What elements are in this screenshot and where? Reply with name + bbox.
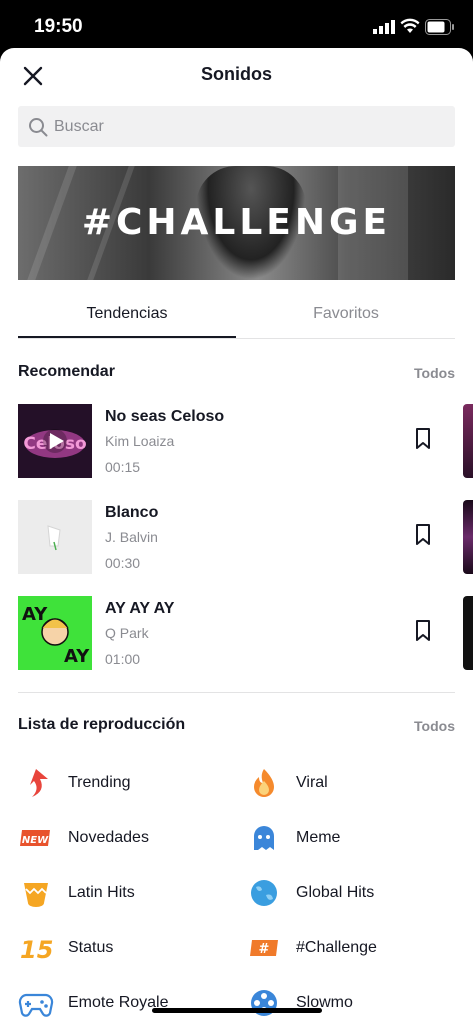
playlist-item-viral[interactable]: Viral (246, 763, 446, 803)
recommend-title: Recomendar (18, 363, 115, 380)
playlist-section-header: Lista de reproducción Todos (18, 716, 455, 740)
playlist-label: Status (68, 939, 114, 956)
track-artist: J. Balvin (105, 529, 158, 545)
playlist-label: Viral (296, 774, 328, 791)
bookmark-icon[interactable] (413, 619, 433, 643)
track-artist: Q Park (105, 625, 149, 641)
section-divider (18, 692, 455, 693)
track-item[interactable]: AY AY AY AY AY Q Park 01:00 (18, 596, 438, 670)
svg-text:AY: AY (64, 646, 90, 667)
track-duration: 01:00 (105, 651, 141, 667)
svg-text:#: # (259, 942, 270, 957)
playlist-title: Lista de reproducción (18, 716, 186, 733)
search-icon (29, 118, 48, 137)
playlist-item-novedades[interactable]: NEW Novedades (18, 818, 218, 858)
playlist-item-challenge[interactable]: # #Challenge (246, 928, 446, 968)
bookmark-icon[interactable] (413, 523, 433, 547)
playlist-label: Meme (296, 829, 341, 846)
svg-text:NEW: NEW (22, 835, 49, 846)
track-name: No seas Celoso (105, 408, 225, 425)
tab-favoritos[interactable]: Favoritos (237, 305, 455, 323)
bookmark-icon[interactable] (413, 427, 433, 451)
new-badge-icon: NEW (20, 830, 50, 846)
track-duration: 00:15 (105, 459, 141, 475)
playlist-item-trending[interactable]: Trending (18, 763, 218, 803)
playlist-item-global-hits[interactable]: Global Hits (246, 873, 446, 913)
cellular-signal-icon (373, 20, 395, 34)
playlist-label: #Challenge (296, 939, 377, 956)
playlist-item-status[interactable]: 15 Status (18, 928, 218, 968)
search-input[interactable] (54, 106, 444, 147)
playlist-see-all-link[interactable]: Todos (414, 718, 455, 734)
status-time: 19:50 (34, 16, 83, 37)
playlist-label: Novedades (68, 829, 149, 846)
recommend-section-header: Recomendar Todos (18, 363, 455, 387)
gamepad-icon (18, 993, 54, 1017)
tab-tendencias[interactable]: Tendencias (18, 305, 236, 323)
film-reel-icon (251, 990, 277, 1016)
svg-text:AY: AY (22, 604, 48, 625)
next-column-cover-peek[interactable] (463, 404, 473, 478)
next-column-cover-peek[interactable] (463, 500, 473, 574)
ghost-icon (254, 826, 274, 850)
playlist-label: Latin Hits (68, 884, 135, 901)
next-column-cover-peek[interactable] (463, 596, 473, 670)
track-name: AY AY AY (105, 600, 175, 617)
playlist-label: Global Hits (296, 884, 375, 901)
playlist-label: Trending (68, 774, 131, 791)
active-tab-indicator (18, 336, 236, 338)
tab-bar: Tendencias Favoritos (18, 293, 455, 339)
track-item[interactable]: Blanco J. Balvin 00:30 (18, 500, 438, 574)
battery-icon (425, 19, 454, 35)
playlist-item-emote-royale[interactable]: Emote Royale (18, 983, 218, 1023)
search-bar[interactable] (18, 106, 455, 147)
track-duration: 00:30 (105, 555, 141, 571)
header: Sonidos (0, 48, 473, 104)
track-cover[interactable]: AY AY (18, 596, 92, 670)
playlist-item-slowmo[interactable]: Slowmo (246, 983, 446, 1023)
status-bar: 19:50 (0, 0, 473, 50)
track-artist: Kim Loaiza (105, 433, 175, 449)
wifi-icon (400, 18, 420, 33)
hashtag-badge-icon: # (250, 940, 278, 957)
recommend-see-all-link[interactable]: Todos (414, 365, 455, 381)
challenge-banner[interactable]: #CHALLENGE (18, 166, 455, 280)
track-cover[interactable]: Celoso (18, 404, 92, 478)
home-indicator[interactable] (152, 1008, 322, 1013)
track-cover[interactable] (18, 500, 92, 574)
trending-arrow-icon (30, 769, 48, 797)
page-title: Sonidos (201, 64, 272, 84)
svg-text:15: 15 (20, 936, 53, 964)
banner-text: #CHALLENGE (81, 202, 392, 243)
sounds-sheet: Sonidos #CHALLENGE Tendencias Favoritos … (0, 48, 473, 1024)
globe-icon (251, 880, 277, 906)
flame-icon (254, 769, 274, 797)
track-name: Blanco (105, 504, 159, 521)
track-item[interactable]: Celoso No seas Celoso Kim Loaiza 00:15 (18, 404, 438, 478)
fifteen-icon: 15 (20, 936, 53, 964)
maraca-icon (24, 883, 48, 907)
playlist-item-meme[interactable]: Meme (246, 818, 446, 858)
playlist-item-latin-hits[interactable]: Latin Hits (18, 873, 218, 913)
